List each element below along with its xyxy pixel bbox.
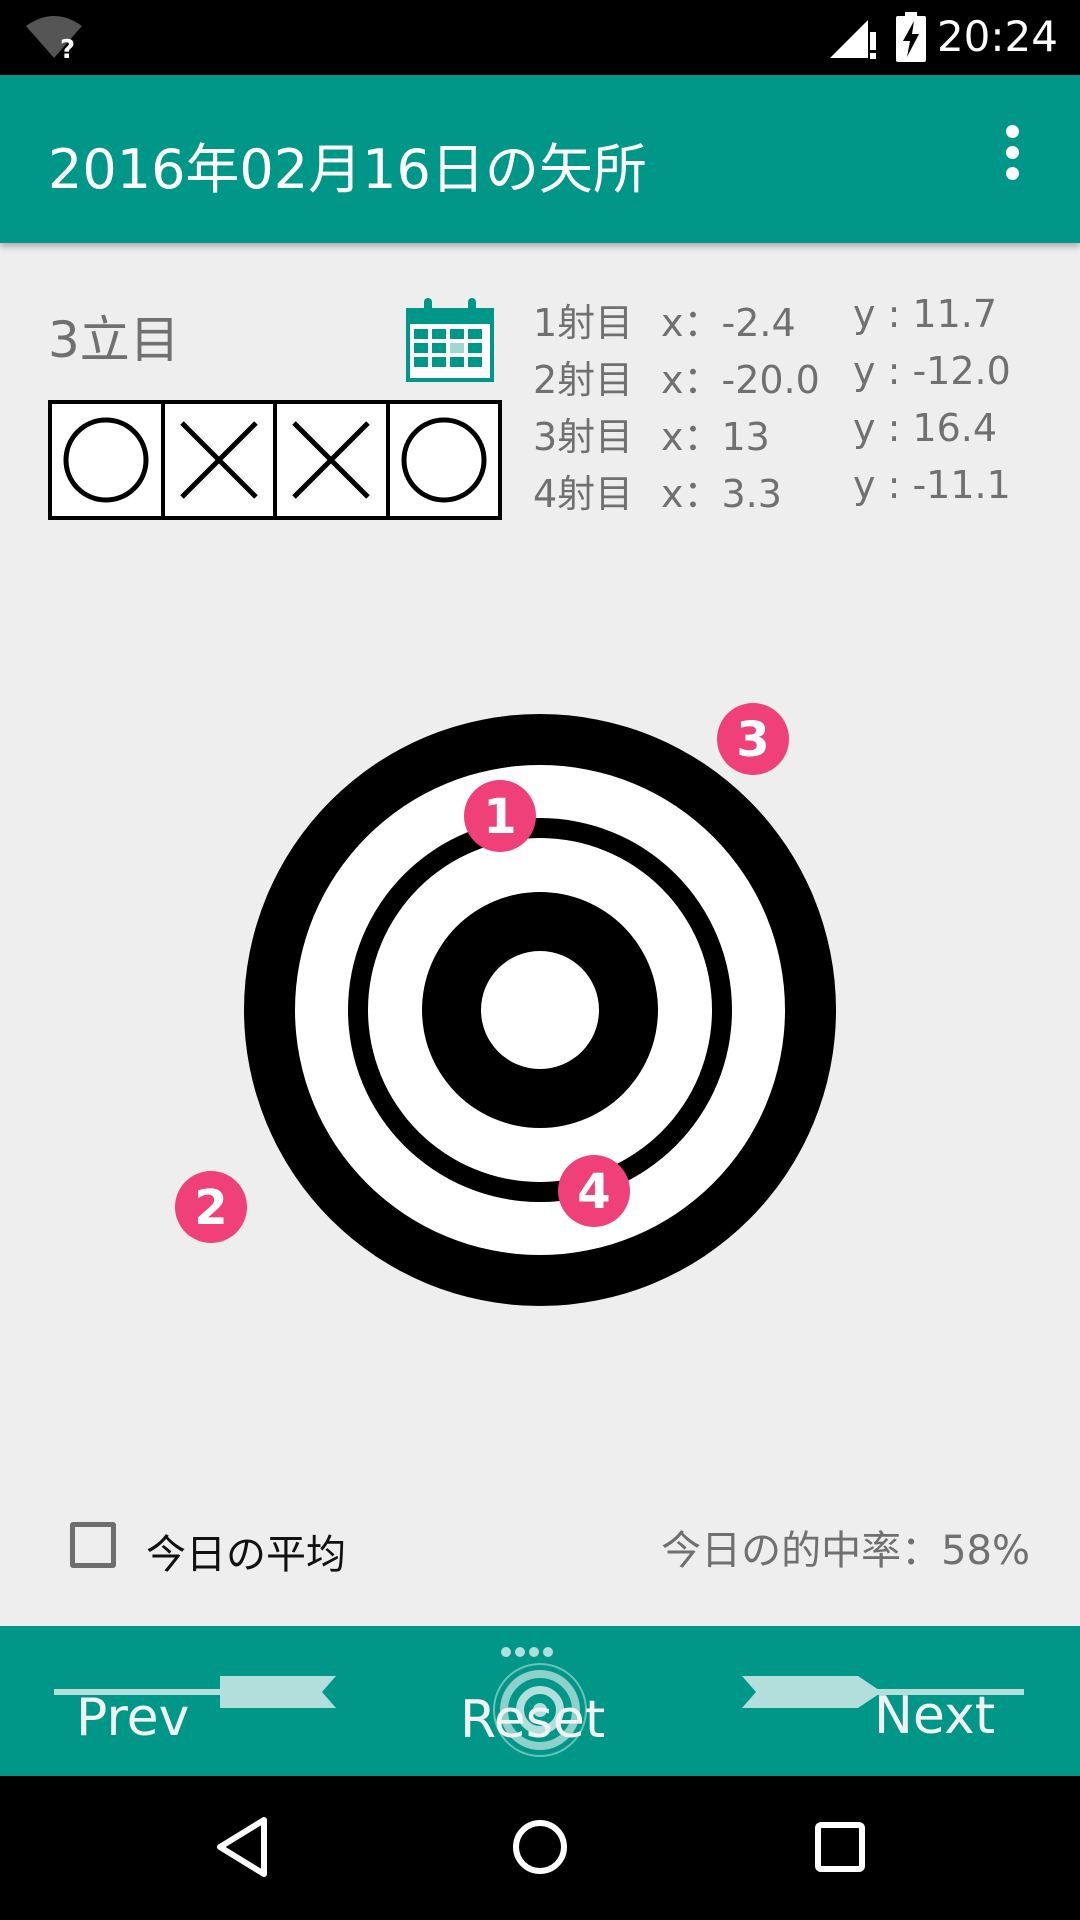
- svg-text:2: 2: [194, 1180, 227, 1236]
- svg-text:1: 1: [483, 789, 516, 845]
- signal-icon: [830, 20, 876, 59]
- status-bar: ? 20:24: [0, 0, 1080, 75]
- shot-marker-1: 1: [464, 780, 536, 852]
- shot-marker-2: 2: [175, 1171, 247, 1243]
- shot-row: 2射目 x：-20.0 y : -12.0: [533, 349, 1011, 402]
- svg-text:?: ?: [60, 35, 75, 60]
- app-bar: 2016年02月16日の矢所: [0, 75, 1080, 243]
- miss-cross-icon: [179, 421, 258, 499]
- hit-rate-text: 今日の的中率：58%: [661, 1528, 1030, 1574]
- wifi-unknown-icon: ?: [26, 16, 82, 60]
- recents-icon[interactable]: [810, 1812, 870, 1882]
- daily-average-checkbox[interactable]: [70, 1522, 116, 1568]
- status-time: 20:24: [936, 12, 1058, 61]
- home-icon[interactable]: [510, 1812, 570, 1882]
- score-cell-3: [277, 404, 390, 516]
- system-nav-bar: [0, 1776, 1080, 1920]
- calendar-icon[interactable]: [406, 296, 494, 382]
- score-cell-1: [52, 404, 165, 516]
- battery-charging-icon: [896, 12, 926, 62]
- reset-label: Reset: [460, 1690, 606, 1750]
- svg-text:3: 3: [736, 712, 769, 768]
- next-button[interactable]: Next: [720, 1626, 1080, 1776]
- shot-list: 1射目 x：-2.4 y : 11.7 2射目 x：-20.0 y : -12.…: [533, 292, 1053, 520]
- hit-circle-icon: [401, 417, 487, 503]
- bottom-nav: Prev Reset Next: [0, 1626, 1080, 1776]
- miss-cross-icon: [292, 421, 371, 499]
- next-label: Next: [874, 1686, 996, 1746]
- shot-row: 4射目 x：3.3 y : -11.1: [533, 463, 1011, 516]
- daily-average-label[interactable]: 今日の平均: [146, 1522, 346, 1580]
- shot-marker-3: 3: [717, 703, 789, 775]
- shot-row: 3射目 x：13 y : 16.4: [533, 406, 998, 459]
- score-cell-4: [390, 404, 499, 516]
- page-title: 2016年02月16日の矢所: [48, 138, 647, 201]
- hit-circle-icon: [63, 417, 149, 503]
- round-label: 3立目: [48, 311, 180, 369]
- prev-button[interactable]: Prev: [0, 1626, 360, 1776]
- score-cell-2: [165, 404, 277, 516]
- reset-button[interactable]: Reset: [360, 1626, 720, 1776]
- svg-text:4: 4: [577, 1164, 610, 1220]
- more-options-icon[interactable]: [992, 125, 1032, 189]
- prev-label: Prev: [76, 1688, 190, 1748]
- shot-marker-4: 4: [558, 1155, 630, 1227]
- shot-row: 1射目 x：-2.4 y : 11.7: [533, 292, 998, 345]
- back-icon[interactable]: [212, 1812, 272, 1882]
- archery-target[interactable]: 1 2 3 4: [0, 600, 1080, 1400]
- score-grid: [48, 400, 502, 520]
